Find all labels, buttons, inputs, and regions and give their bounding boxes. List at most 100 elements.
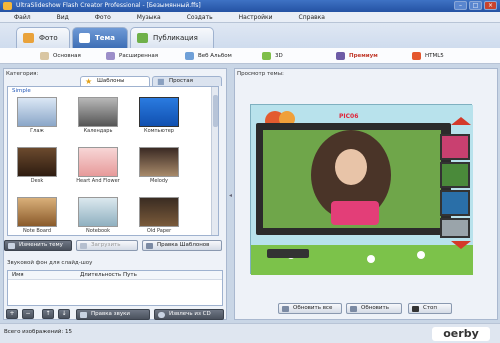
subtab-premium-label: Премиум [349,53,378,59]
template-thumb[interactable] [139,197,179,227]
refresh-all-label: Обновить все [293,305,333,311]
maximize-button[interactable]: □ [469,1,482,10]
window-title: UltraSlideshow Flash Creator Professiona… [16,2,201,9]
subtab-advanced-label: Расширенная [119,53,159,59]
tab-theme[interactable]: Тема [72,27,128,48]
tab-simple[interactable]: ■ Простая [152,76,222,86]
move-up-button[interactable]: ↑ [42,309,54,319]
tab-templates-label: Шаблоны [97,78,125,84]
extract-cd-label: Извлечь из CD [169,311,211,317]
template-thumb[interactable] [17,97,57,127]
tab-photo-label: Фото [39,34,58,42]
side-thumbnail [440,218,470,238]
template-thumb[interactable] [139,97,179,127]
template-label: Глаж [30,128,44,134]
template-thumb[interactable] [78,197,118,227]
extract-cd-button[interactable]: Извлечь из CD [154,309,224,320]
tab-templates[interactable]: ★ Шаблоны [80,76,150,86]
close-button[interactable]: × [484,1,497,10]
sound-table: Имя Длительность Путь [7,270,223,306]
sound-label: Звуковой фон для слайд-шоу [7,260,93,266]
refresh-all-button[interactable]: Обновить все [278,303,342,314]
refresh-button[interactable]: Обновить [346,303,402,314]
theme-icon [8,243,15,249]
load-button[interactable]: Загрузить [76,240,138,251]
group-name: Simple [12,88,31,94]
splitter-grip-icon: ◂ [229,192,233,199]
template-label: Компьютер [144,128,174,134]
remove-sound-button[interactable]: − [22,309,34,319]
menu-create[interactable]: Создать [187,12,213,22]
add-sound-button[interactable]: + [6,309,18,319]
move-down-button[interactable]: ↓ [58,309,70,319]
folder-icon: ■ [157,77,165,86]
menu-music[interactable]: Музыка [137,12,161,22]
subtab-3d[interactable]: 3D [262,51,283,61]
cd-icon [158,312,165,318]
subtab-basic[interactable]: Основная [40,51,81,61]
subtab-advanced[interactable]: Расширенная [106,51,158,61]
template-label: Old Paper [146,228,172,234]
edit-sound-label: Правка звуки [91,311,130,317]
subtab-html5[interactable]: HTML5 [412,51,444,61]
menu-help[interactable]: Справка [299,12,325,22]
menu-view[interactable]: Вид [57,12,69,22]
side-thumbnail [440,190,470,216]
side-thumbnail [440,134,470,160]
gallery-scrollbar[interactable] [211,87,218,235]
tab-theme-label: Тема [95,34,115,42]
tab-publish[interactable]: Публикация [130,27,214,48]
column-path[interactable]: Путь [123,271,137,280]
minimize-button[interactable]: – [454,1,467,10]
template-label: Melody [150,178,168,184]
preview-caption: PIC06 [339,113,359,120]
preview-label: Просмотр темы: [237,71,284,77]
edit-template-label: Правка Шаблонов [157,242,210,248]
menu-photo[interactable]: Фото [95,12,111,22]
template-thumb[interactable] [78,147,118,177]
3d-icon [262,52,271,60]
stop-icon [412,306,419,312]
subtab-premium[interactable]: Премиум [336,51,378,61]
template-thumb[interactable] [78,97,118,127]
menu-settings[interactable]: Настройки [239,12,273,22]
stop-label: Стоп [423,305,438,311]
photo-icon [23,33,34,43]
load-label: Загрузить [91,242,121,248]
theme-preview: PIC06 [250,104,473,275]
main-tab-strip: Фото Тема Публикация [0,23,500,48]
stop-button[interactable]: Стоп [408,303,452,314]
scrollbar-thumb[interactable] [213,95,218,127]
menu-file[interactable]: Файл [14,12,31,22]
subtab-3d-label: 3D [275,53,283,59]
change-theme-button[interactable]: Изменить тему [4,240,72,251]
change-theme-label: Изменить тему [19,242,63,248]
subtab-web-album[interactable]: Веб Альбом [185,51,232,61]
theme-icon [79,33,90,43]
advanced-icon [106,52,115,60]
category-label: Категория: [6,71,39,77]
refresh-icon [350,306,357,312]
side-thumbnail [440,162,470,188]
panel-splitter[interactable]: ◂ [229,68,233,320]
basic-icon [40,52,49,60]
tab-publish-label: Публикация [153,34,198,42]
tab-photo[interactable]: Фото [16,27,70,48]
edit-template-button[interactable]: Правка Шаблонов [142,240,222,251]
column-duration[interactable]: Длительность [80,271,121,280]
template-label: Notebook [85,228,111,234]
theme-category-bar: Основная Расширенная Веб Альбом 3D Преми… [0,48,500,64]
template-thumb[interactable] [139,147,179,177]
publish-icon [137,33,148,43]
template-thumb[interactable] [17,197,57,227]
template-label: Note Board [22,228,52,234]
subtab-basic-label: Основная [53,53,81,59]
edit-sound-button[interactable]: Правка звуки [76,309,150,320]
template-thumb[interactable] [17,147,57,177]
tab-simple-label: Простая [169,78,193,84]
column-name[interactable]: Имя [12,271,24,280]
refresh-label: Обновить [361,305,389,311]
template-label: Desk [30,178,44,184]
download-icon [80,243,87,249]
star-icon: ★ [85,77,93,86]
